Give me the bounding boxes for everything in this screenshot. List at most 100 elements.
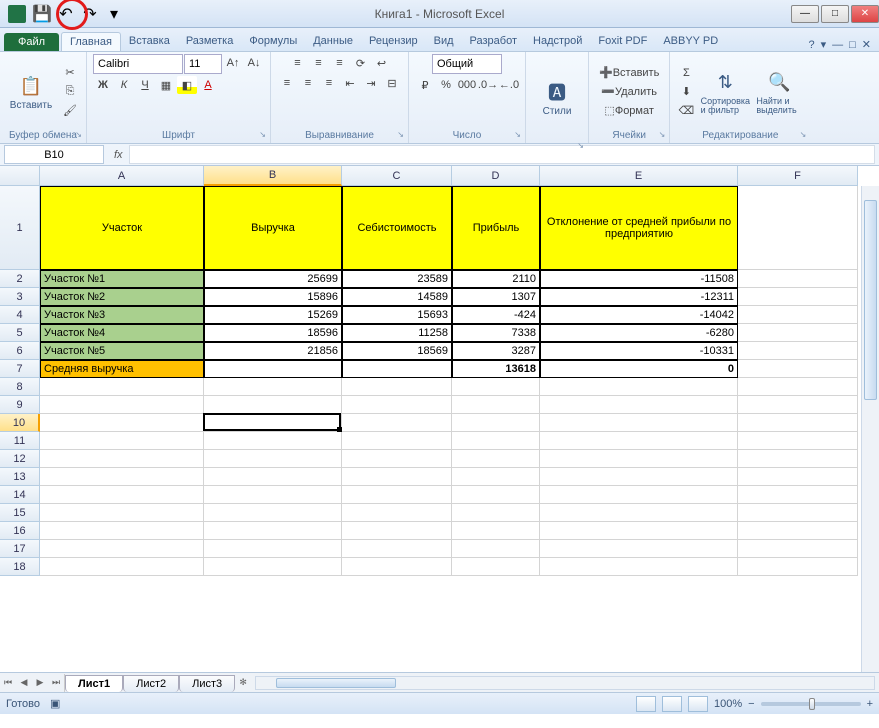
cell[interactable] xyxy=(738,324,858,342)
row-header-11[interactable]: 11 xyxy=(0,432,40,450)
cell[interactable] xyxy=(452,378,540,396)
col-header-D[interactable]: D xyxy=(452,166,540,186)
macro-record-icon[interactable]: ▣ xyxy=(50,697,60,710)
cell[interactable] xyxy=(342,450,452,468)
zoom-in-button[interactable]: + xyxy=(867,698,873,710)
percent-button[interactable]: % xyxy=(436,76,456,94)
cell[interactable]: 1307 xyxy=(452,288,540,306)
fill-button[interactable]: ⬇ xyxy=(676,83,696,101)
ribbon-tab-5[interactable]: Рецензир xyxy=(361,32,426,51)
clear-button[interactable]: ⌫ xyxy=(676,102,696,120)
border-button[interactable]: ▦ xyxy=(156,76,176,94)
cell[interactable] xyxy=(738,270,858,288)
cell[interactable] xyxy=(452,468,540,486)
cell[interactable] xyxy=(40,378,204,396)
cell[interactable]: -12311 xyxy=(540,288,738,306)
cell[interactable]: Средняя выручка xyxy=(40,360,204,378)
cell[interactable]: 11258 xyxy=(342,324,452,342)
increase-indent-button[interactable]: ⇥ xyxy=(361,74,381,92)
cell[interactable] xyxy=(204,468,342,486)
ribbon-tab-9[interactable]: Foxit PDF xyxy=(590,32,655,51)
sheet-nav-last[interactable]: ⏭ xyxy=(48,674,64,692)
increase-decimal-button[interactable]: .0→ xyxy=(478,76,498,94)
cell[interactable] xyxy=(452,414,540,432)
cell[interactable] xyxy=(452,540,540,558)
mdi-close-icon[interactable]: ✕ xyxy=(862,38,871,51)
col-header-C[interactable]: C xyxy=(342,166,452,186)
cell[interactable] xyxy=(738,558,858,576)
mdi-max-icon[interactable]: □ xyxy=(849,39,856,51)
paste-button[interactable]: 📋 Вставить xyxy=(6,70,56,113)
increase-font-button[interactable]: A↑ xyxy=(223,54,243,72)
ribbon-tab-2[interactable]: Разметка xyxy=(178,32,242,51)
zoom-slider[interactable] xyxy=(761,702,861,706)
row-header-17[interactable]: 17 xyxy=(0,540,40,558)
horizontal-scrollbar[interactable] xyxy=(255,676,875,690)
number-format-input[interactable] xyxy=(432,54,502,74)
cell[interactable] xyxy=(342,540,452,558)
cell[interactable] xyxy=(738,360,858,378)
sort-filter-button[interactable]: ⇅ Сортировка и фильтр xyxy=(700,67,750,117)
row-header-7[interactable]: 7 xyxy=(0,360,40,378)
cell[interactable] xyxy=(40,468,204,486)
format-painter-button[interactable]: 🖌 xyxy=(60,102,80,120)
col-header-A[interactable]: A xyxy=(40,166,204,186)
cell[interactable] xyxy=(738,306,858,324)
cell[interactable] xyxy=(342,558,452,576)
name-box[interactable] xyxy=(4,145,104,164)
merge-button[interactable]: ⊟ xyxy=(382,74,402,92)
row-header-16[interactable]: 16 xyxy=(0,522,40,540)
cell[interactable]: Участок №2 xyxy=(40,288,204,306)
cell[interactable] xyxy=(452,522,540,540)
cell[interactable]: -14042 xyxy=(540,306,738,324)
cell[interactable] xyxy=(40,540,204,558)
cell[interactable] xyxy=(342,486,452,504)
cell[interactable]: Выручка xyxy=(204,186,342,270)
cell[interactable] xyxy=(738,288,858,306)
cell[interactable]: 14589 xyxy=(342,288,452,306)
ribbon-tab-8[interactable]: Надстрой xyxy=(525,32,590,51)
qat-customize[interactable]: ▾ xyxy=(104,4,124,24)
ribbon-tab-0[interactable]: Главная xyxy=(61,32,121,51)
row-header-2[interactable]: 2 xyxy=(0,270,40,288)
font-name-input[interactable] xyxy=(93,54,183,74)
cell[interactable]: 13618 xyxy=(452,360,540,378)
hscroll-thumb[interactable] xyxy=(276,678,396,688)
font-color-button[interactable]: А xyxy=(198,76,218,94)
cell[interactable] xyxy=(540,522,738,540)
cell[interactable]: Себистоимость xyxy=(342,186,452,270)
copy-button[interactable]: ⎘ xyxy=(60,83,80,101)
cell[interactable] xyxy=(738,450,858,468)
cell[interactable] xyxy=(204,360,342,378)
decrease-decimal-button[interactable]: ←.0 xyxy=(499,76,519,94)
cell[interactable]: 15693 xyxy=(342,306,452,324)
cell[interactable] xyxy=(540,432,738,450)
align-middle-button[interactable]: ≡ xyxy=(309,54,329,72)
row-header-9[interactable]: 9 xyxy=(0,396,40,414)
delete-cells-button[interactable]: ➖ Удалить xyxy=(595,83,663,101)
sheet-nav-first[interactable]: ⏮ xyxy=(0,674,16,692)
normal-view-button[interactable] xyxy=(636,696,656,712)
cell[interactable] xyxy=(40,504,204,522)
italic-button[interactable]: К xyxy=(114,76,134,94)
maximize-button[interactable]: □ xyxy=(821,5,849,23)
row-header-6[interactable]: 6 xyxy=(0,342,40,360)
cell[interactable] xyxy=(452,504,540,522)
cell[interactable] xyxy=(40,558,204,576)
cell[interactable]: 23589 xyxy=(342,270,452,288)
row-header-12[interactable]: 12 xyxy=(0,450,40,468)
zoom-level[interactable]: 100% xyxy=(714,698,742,710)
cell[interactable] xyxy=(204,540,342,558)
cell[interactable] xyxy=(204,414,342,432)
orientation-button[interactable]: ⟳ xyxy=(351,54,371,72)
autosum-button[interactable]: Σ xyxy=(676,64,696,82)
vertical-scrollbar[interactable] xyxy=(861,186,879,672)
ribbon-tab-4[interactable]: Данные xyxy=(305,32,361,51)
cell[interactable] xyxy=(40,486,204,504)
cell[interactable] xyxy=(40,414,204,432)
align-center-button[interactable]: ≡ xyxy=(298,74,318,92)
decrease-font-button[interactable]: A↓ xyxy=(244,54,264,72)
cell[interactable] xyxy=(738,504,858,522)
minimize-button[interactable]: — xyxy=(791,5,819,23)
cell[interactable] xyxy=(738,486,858,504)
